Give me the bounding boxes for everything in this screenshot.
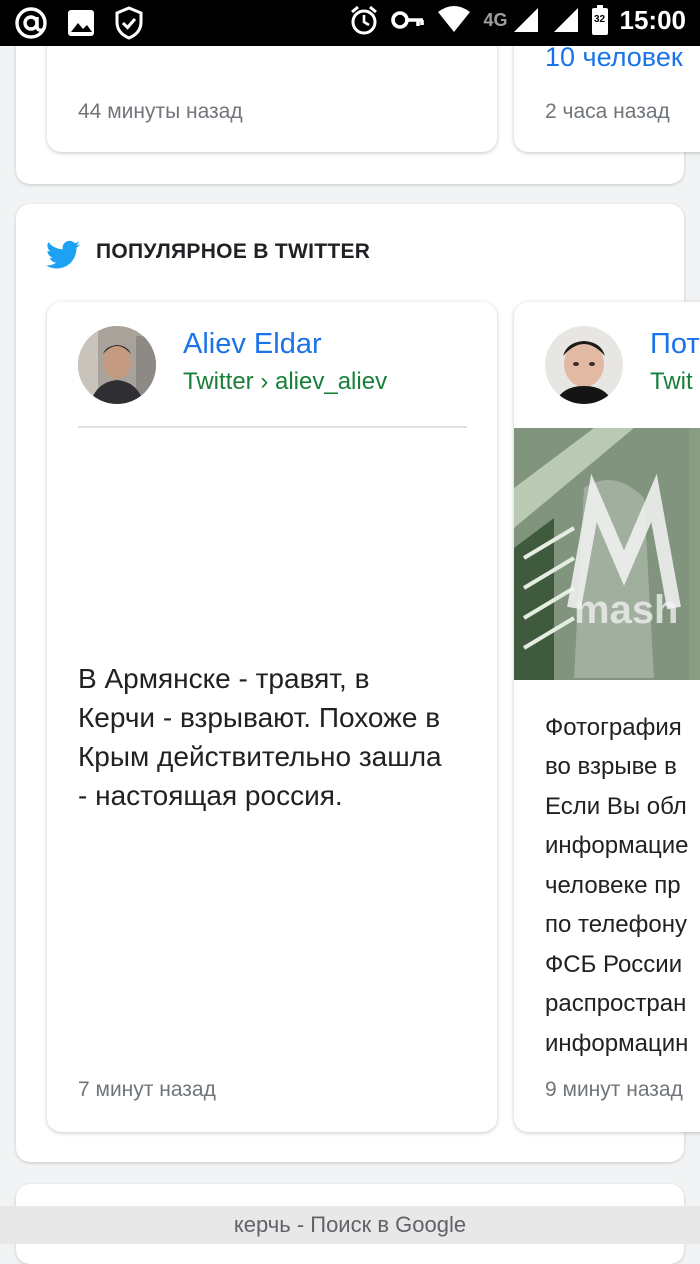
story-time: 2 часа назад	[545, 100, 670, 123]
tweet-time: 9 минут назад	[545, 1078, 683, 1101]
tweet-text-line: человеке пр	[545, 872, 681, 899]
signal-icon	[512, 6, 540, 34]
wifi-icon	[437, 6, 471, 34]
tweet-author[interactable]: Пот	[650, 328, 700, 361]
top-story-card-2[interactable]: 10 человек 2 часа назад	[514, 30, 700, 152]
media-watermark: mash	[574, 588, 679, 632]
status-bar-content: 4G 32 15:00	[0, 0, 700, 46]
tweet-text-line: по телефону	[545, 911, 687, 938]
tweet-source[interactable]: Twitter › aliev_aliev	[183, 368, 387, 396]
tweet-source[interactable]: Twit	[650, 368, 693, 396]
signal-icon-2	[552, 6, 580, 34]
battery-level: 32	[593, 14, 606, 25]
divider	[78, 426, 467, 428]
network-type-label: 4G	[483, 9, 508, 30]
tweet-card[interactable]: Aliev Eldar Twitter › aliev_aliev В Армя…	[47, 302, 497, 1132]
tweet-card-2[interactable]: Пот Twit mash Фотография во взрыве в Есл…	[514, 302, 700, 1132]
shield-check-icon	[114, 6, 144, 40]
section-title: ПОПУЛЯРНОЕ В TWITTER	[96, 240, 371, 263]
clock: 15:00	[619, 4, 687, 35]
tweet-text-line: во взрыве в	[545, 753, 677, 780]
tweet-text-line: Если Вы обл	[545, 793, 687, 820]
tweet-media-image[interactable]: mash	[514, 428, 700, 680]
tweet-text-line: ФСБ России	[545, 951, 683, 978]
at-icon	[14, 6, 48, 40]
image-icon	[66, 8, 96, 38]
avatar[interactable]	[78, 326, 156, 404]
search-query-bar[interactable]: керчь - Поиск в Google	[0, 1206, 700, 1244]
story-time: 44 минуты назад	[78, 100, 243, 123]
tweet-time: 7 минут назад	[78, 1078, 216, 1101]
tweet-text-line: информацие	[545, 832, 689, 859]
battery-icon: 32	[591, 5, 608, 35]
tweet-text-line: Фотография	[545, 714, 682, 741]
tweet-text-line: распростран	[545, 990, 687, 1017]
tweet-text: В Армянске - травят, в Керчи - взрывают.…	[78, 663, 442, 811]
key-icon	[391, 10, 425, 30]
story-title-fragment: 10 человек	[545, 42, 683, 72]
tweet-author[interactable]: Aliev Eldar	[183, 328, 322, 361]
twitter-bird-icon	[46, 240, 80, 275]
avatar[interactable]	[545, 326, 623, 404]
alarm-icon	[349, 4, 379, 36]
tweet-text-line: информацин	[545, 1030, 689, 1057]
top-story-card[interactable]: 44 минуты назад	[47, 30, 497, 152]
